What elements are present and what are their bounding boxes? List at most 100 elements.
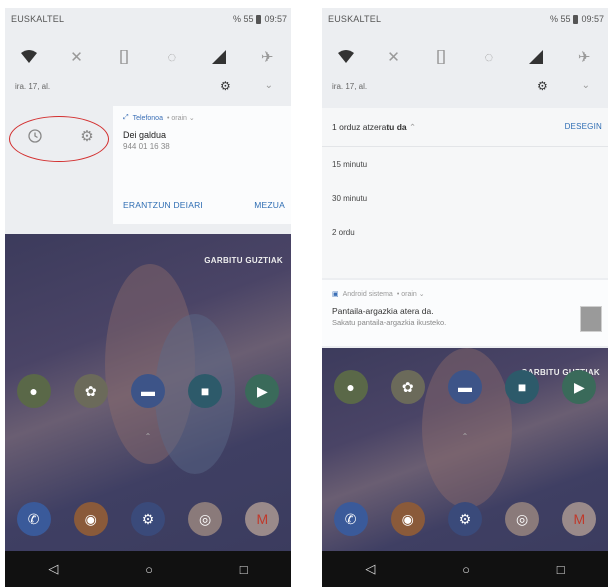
navigation-bar: ◁ ○ □ xyxy=(5,551,291,587)
notification-app-name: Telefonoa xyxy=(132,114,163,122)
chrome-icon[interactable]: ◉ xyxy=(390,502,425,536)
home-wallpaper: GARBITU GUZTIAK ● ✿ ▬ ■ ▶ ⌃ ✆ ◉ ⚙ ◎ M ◁ … xyxy=(322,348,608,587)
google-folder-icon[interactable]: ● xyxy=(333,370,368,404)
phone-screen-right: EUSKALTEL % 55 09:57 ✕ ◌ ✈ ira. 17, al. … xyxy=(322,8,608,587)
recents-icon[interactable]: □ xyxy=(557,562,565,577)
date-label: ira. 17, al. xyxy=(15,82,51,91)
phone-app-icon[interactable]: ✆ xyxy=(16,502,51,536)
signal-icon[interactable] xyxy=(207,45,231,69)
clock-time: 09:57 xyxy=(581,14,604,24)
quick-settings-row: ✕ ◌ ✈ xyxy=(322,44,608,70)
duo-icon[interactable]: ■ xyxy=(505,370,540,404)
date-label: ira. 17, al. xyxy=(332,82,368,91)
snooze-header[interactable]: 1 orduz atzeratu da ⌃ xyxy=(332,122,416,133)
notification-meta[interactable]: • orain ⌄ xyxy=(397,290,425,298)
flashlight-icon[interactable] xyxy=(112,45,136,69)
clear-all-button[interactable]: GARBITU GUZTIAK xyxy=(204,256,283,265)
app-row: ● ✿ ▬ ■ ▶ xyxy=(322,370,608,404)
status-right: % 55 09:57 xyxy=(233,14,287,24)
notification-subtitle: 944 01 16 38 xyxy=(123,142,170,151)
back-icon[interactable]: ◁ xyxy=(365,561,375,577)
play-store-icon[interactable]: ▶ xyxy=(245,374,280,408)
status-right: % 55 09:57 xyxy=(550,14,604,24)
battery-percent: % 55 xyxy=(232,14,254,24)
wifi-icon[interactable] xyxy=(334,45,358,69)
snooze-option[interactable]: 2 ordu xyxy=(332,228,355,237)
auto-rotate-icon[interactable]: ◌ xyxy=(160,45,184,69)
notification-app-name: Android sistema xyxy=(342,290,393,298)
missed-call-notification[interactable]: ⤢ Telefonoa • orain ⌄ Dei galdua 944 01 … xyxy=(113,106,291,224)
snooze-panel: 1 orduz atzeratu da ⌃ DESEGIN 15 minutu … xyxy=(322,108,608,278)
recents-icon[interactable]: □ xyxy=(240,562,248,577)
airplane-icon[interactable]: ✈ xyxy=(572,45,596,69)
dock-row: ✆ ◉ ⚙ ◎ M xyxy=(5,502,291,536)
app-row: ● ✿ ▬ ■ ▶ xyxy=(5,374,291,408)
page-indicator: ⌃ xyxy=(461,432,469,441)
phone-app-icon[interactable]: ✆ xyxy=(333,502,368,536)
battery-percent: % 55 xyxy=(549,14,571,24)
image-icon: ▣ xyxy=(332,291,339,298)
wifi-icon[interactable] xyxy=(17,45,41,69)
settings-app-icon[interactable]: ⚙ xyxy=(130,502,165,536)
snooze-header-bold: tu da xyxy=(386,122,407,132)
date-row: ira. 17, al. ⚙ ⌄ xyxy=(322,74,608,100)
flashlight-icon[interactable] xyxy=(429,45,453,69)
notification-title: Dei galdua xyxy=(123,130,167,140)
message-button[interactable]: MEZUA xyxy=(254,200,285,210)
camera-icon[interactable]: ◎ xyxy=(188,502,223,536)
chevron-down-icon[interactable]: ⌄ xyxy=(265,80,273,91)
phone-screen-left: EUSKALTEL % 55 09:57 ✕ ◌ ✈ ira. 17, al. … xyxy=(5,8,291,587)
airplane-icon[interactable]: ✈ xyxy=(255,45,279,69)
dock-row: ✆ ◉ ⚙ ◎ M xyxy=(322,502,608,536)
chevron-up-icon[interactable]: ⌃ xyxy=(409,122,416,132)
status-bar: EUSKALTEL % 55 09:57 xyxy=(5,8,291,38)
signal-icon[interactable] xyxy=(524,45,548,69)
status-bar: EUSKALTEL % 55 09:57 xyxy=(322,8,608,38)
notification-subtitle: Sakatu pantaila-argazkia ikusteko. xyxy=(332,318,447,327)
bluetooth-off-icon[interactable]: ✕ xyxy=(64,45,88,69)
snooze-header-pre: 1 orduz atzera xyxy=(332,122,387,132)
notification-header: ⤢ Telefonoa • orain ⌄ xyxy=(123,114,195,122)
home-wallpaper: GARBITU GUZTIAK ● ✿ ▬ ■ ▶ ⌃ ✆ ◉ ⚙ ◎ M ◁ … xyxy=(5,234,291,587)
notification-title: Pantaila-argazkia atera da. xyxy=(332,306,434,316)
highlight-circle xyxy=(9,116,109,162)
camera-icon[interactable]: ◎ xyxy=(505,502,540,536)
messages-icon[interactable]: ▬ xyxy=(447,370,482,404)
snooze-option[interactable]: 30 minutu xyxy=(332,194,367,203)
home-icon[interactable]: ○ xyxy=(145,562,153,577)
battery-icon xyxy=(256,14,262,24)
chrome-icon[interactable]: ◉ xyxy=(73,502,108,536)
notification-header: ▣ Android sistema • orain ⌄ xyxy=(332,290,425,299)
back-icon[interactable]: ◁ xyxy=(48,561,58,577)
notification-actions: ERANTZUN DEIARI MEZUA xyxy=(113,196,291,216)
gear-icon[interactable]: ⚙ xyxy=(537,79,548,93)
undo-button[interactable]: DESEGIN xyxy=(565,122,602,131)
chevron-down-icon[interactable]: ⌄ xyxy=(582,80,590,91)
auto-rotate-icon[interactable]: ◌ xyxy=(477,45,501,69)
notification-meta[interactable]: • orain ⌄ xyxy=(167,114,195,122)
snooze-option[interactable]: 15 minutu xyxy=(332,160,367,169)
gmail-icon[interactable]: M xyxy=(562,502,597,536)
messages-icon[interactable]: ▬ xyxy=(130,374,165,408)
call-back-button[interactable]: ERANTZUN DEIARI xyxy=(123,200,203,210)
screenshot-notification[interactable]: ▣ Android sistema • orain ⌄ Pantaila-arg… xyxy=(322,280,608,346)
page-indicator: ⌃ xyxy=(144,432,152,441)
battery-icon xyxy=(573,14,579,24)
gmail-icon[interactable]: M xyxy=(245,502,280,536)
photos-icon[interactable]: ✿ xyxy=(73,374,108,408)
date-row: ira. 17, al. ⚙ ⌄ xyxy=(5,74,291,100)
photos-icon[interactable]: ✿ xyxy=(390,370,425,404)
duo-icon[interactable]: ■ xyxy=(188,374,223,408)
settings-app-icon[interactable]: ⚙ xyxy=(447,502,482,536)
bluetooth-off-icon[interactable]: ✕ xyxy=(381,45,405,69)
clock-time: 09:57 xyxy=(264,14,287,24)
notification-swipe-actions: ⚙ xyxy=(5,108,113,168)
play-store-icon[interactable]: ▶ xyxy=(562,370,597,404)
gear-icon[interactable]: ⚙ xyxy=(220,79,231,93)
google-folder-icon[interactable]: ● xyxy=(16,374,51,408)
divider xyxy=(322,146,608,147)
home-icon[interactable]: ○ xyxy=(462,562,470,577)
screenshot-thumbnail[interactable] xyxy=(580,306,602,332)
carrier-name: EUSKALTEL xyxy=(328,14,382,24)
quick-settings-row: ✕ ◌ ✈ xyxy=(5,44,291,70)
